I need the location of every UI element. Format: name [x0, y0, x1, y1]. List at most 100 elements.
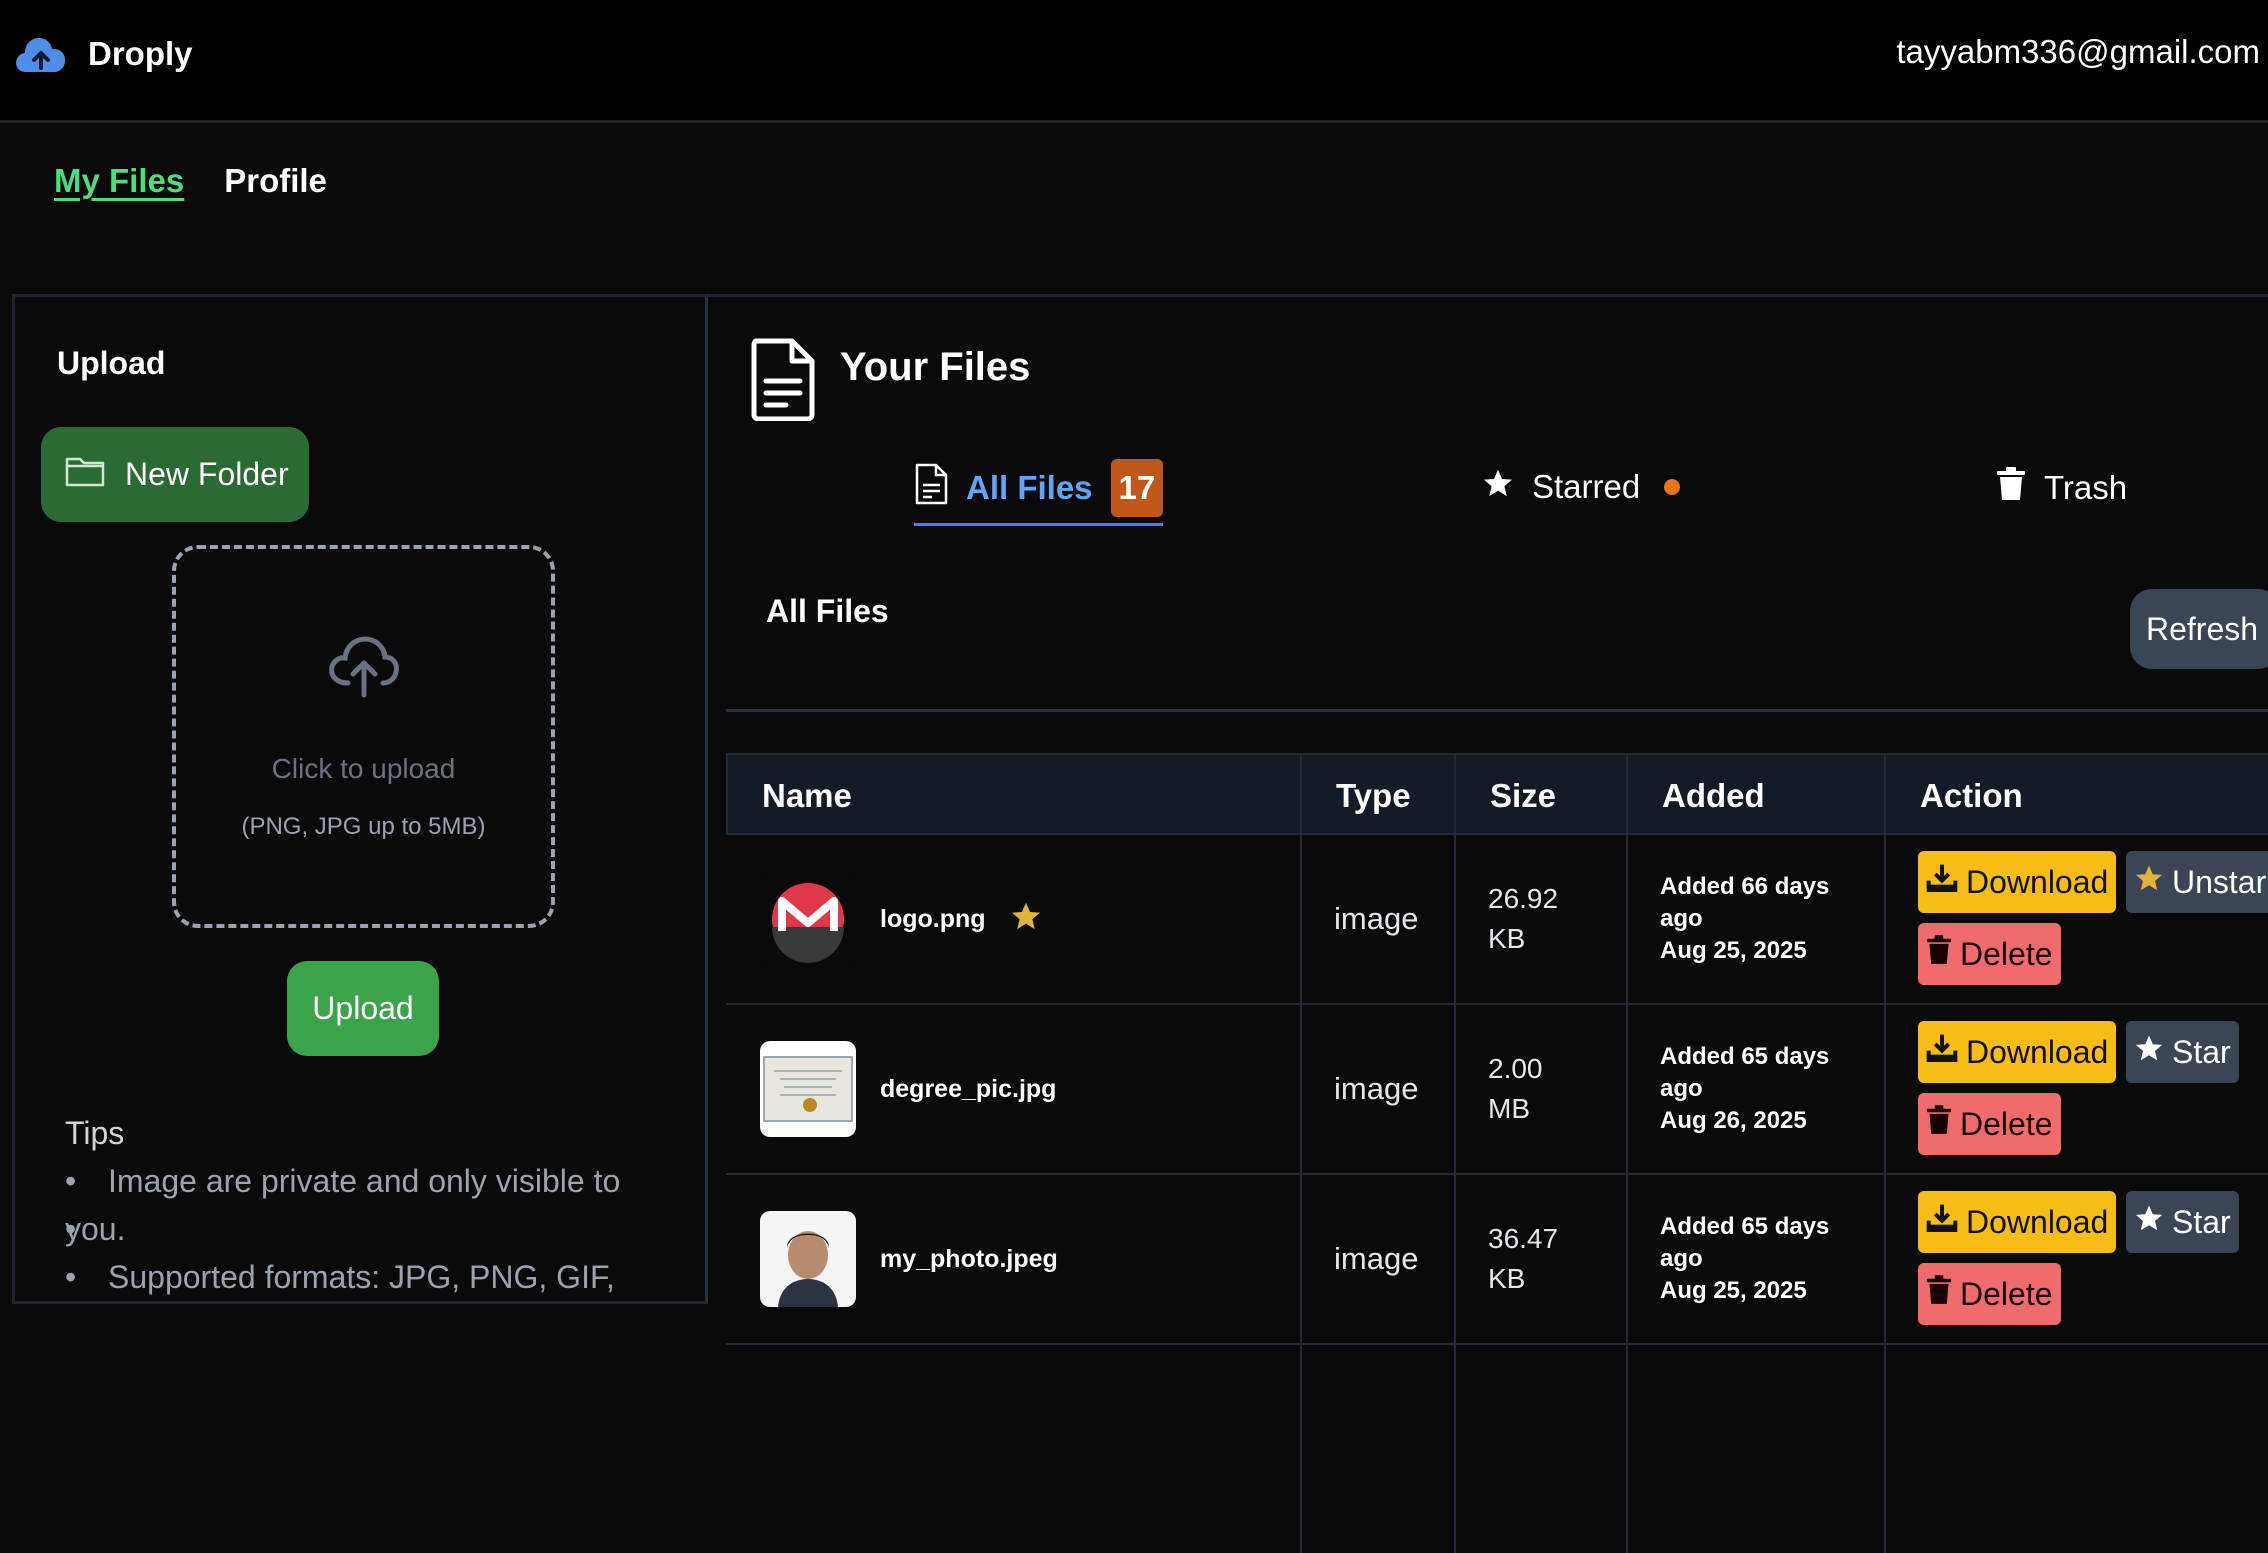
added-date: Aug 26, 2025: [1660, 1107, 1807, 1134]
table-row[interactable]: degree_pic.jpg image 2.00 MB Added 65 da…: [726, 1005, 2268, 1175]
nav-my-files[interactable]: My Files: [54, 162, 184, 200]
download-icon: [1926, 862, 1958, 902]
tab-starred[interactable]: Starred: [1482, 467, 1681, 507]
star-label: Star: [2172, 1203, 2231, 1240]
download-label: Download: [1966, 863, 2109, 900]
file-name-cell: my_photo.jpeg: [760, 1211, 1058, 1307]
tip-item-continued: you.: [65, 1205, 665, 1253]
tab-all-files-label: All Files: [966, 469, 1093, 506]
download-icon: [1926, 1202, 1958, 1242]
file-count-badge: 17: [1110, 459, 1164, 517]
section-title: All Files: [766, 593, 889, 629]
column-header-name: Name: [762, 777, 852, 814]
star-icon: [2134, 863, 2164, 901]
download-button[interactable]: Download: [1918, 851, 2117, 913]
file-type: image: [1334, 1071, 1419, 1106]
added-relative: Added 65 days: [1660, 1213, 1830, 1240]
delete-label: Delete: [1960, 1275, 2053, 1312]
column-header-added: Added: [1662, 777, 1765, 814]
unstar-button[interactable]: Unstar: [2126, 851, 2268, 913]
trash-icon: [1926, 1105, 1952, 1143]
starred-indicator-dot: [1664, 479, 1681, 495]
star-label: Unstar: [2172, 863, 2267, 900]
upload-dropzone[interactable]: Click to upload (PNG, JPG up to 5MB): [172, 545, 555, 928]
cloud-upload-logo-icon: [14, 28, 68, 79]
added-date: Aug 25, 2025: [1660, 1277, 1807, 1304]
trash-icon: [1996, 467, 2026, 509]
tab-starred-label: Starred: [1532, 468, 1641, 505]
file-size-value: 26.92: [1488, 883, 1559, 914]
folder-icon: [65, 455, 105, 495]
added-relative-suffix: ago: [1660, 905, 1703, 932]
file-thumbnail[interactable]: [760, 1211, 856, 1307]
new-folder-button[interactable]: New Folder: [41, 427, 309, 522]
starred-star-icon: [1010, 900, 1042, 939]
star-icon: [2134, 1203, 2164, 1241]
added-relative-suffix: ago: [1660, 1075, 1703, 1102]
download-button[interactable]: Download: [1918, 1191, 2117, 1253]
table-header: Name Type Size Added Action: [726, 753, 2268, 835]
column-header-action: Action: [1920, 777, 2023, 814]
star-button[interactable]: Star: [2126, 1021, 2239, 1083]
tab-all-files[interactable]: All Files 17: [914, 459, 1164, 526]
delete-button[interactable]: Delete: [1918, 1263, 2061, 1325]
file-thumbnail[interactable]: [760, 871, 856, 967]
star-button[interactable]: Star: [2126, 1191, 2239, 1253]
column-header-type: Type: [1336, 777, 1411, 814]
download-button[interactable]: Download: [1918, 1021, 2117, 1083]
tips-title: Tips: [65, 1115, 125, 1151]
tip-item: Image are private and only visible to: [65, 1157, 665, 1205]
dropzone-text: Click to upload: [271, 753, 456, 784]
file-size-value: 36.47: [1488, 1223, 1559, 1254]
tips: Tips Image are private and only visible …: [65, 1109, 665, 1301]
user-email[interactable]: tayyabm336@gmail.com: [1896, 33, 2260, 71]
delete-button[interactable]: Delete: [1918, 1093, 2061, 1155]
file-name[interactable]: my_photo.jpeg: [880, 1245, 1058, 1274]
file-size-unit: KB: [1488, 1263, 1526, 1294]
added-relative: Added 66 days: [1660, 873, 1830, 900]
column-header-size: Size: [1490, 777, 1557, 814]
file-thumbnail[interactable]: [760, 1041, 856, 1137]
brand[interactable]: Droply: [14, 28, 193, 79]
table-row[interactable]: my_photo.jpeg image 36.47 KB Added 65 da…: [726, 1175, 2268, 1345]
file-name-cell: logo.png: [760, 871, 1042, 967]
top-bar: Droply tayyabm336@gmail.com: [0, 0, 2268, 123]
files-title: Your Files: [840, 345, 1031, 389]
tab-trash[interactable]: Trash: [1996, 467, 2127, 509]
cloud-upload-icon: [326, 629, 402, 704]
upload-button[interactable]: Upload: [287, 961, 439, 1056]
file-size: 26.92 KB: [1488, 879, 1558, 959]
app-name: Droply: [88, 34, 193, 72]
added-relative: Added 65 days: [1660, 1043, 1830, 1070]
file-tabs: All Files 17 Starred Trash: [708, 447, 2268, 527]
added-date: Aug 25, 2025: [1660, 937, 1807, 964]
delete-button[interactable]: Delete: [1918, 923, 2061, 985]
file-name[interactable]: degree_pic.jpg: [880, 1075, 1056, 1104]
file-size-unit: KB: [1488, 923, 1526, 954]
file-added: Added 65 days ago Aug 25, 2025: [1660, 1211, 1829, 1307]
file-size: 2.00 MB: [1488, 1049, 1543, 1129]
refresh-button[interactable]: Refresh: [2130, 589, 2268, 669]
file-added: Added 66 days ago Aug 25, 2025: [1660, 871, 1829, 967]
files-panel: Your Files All Files 17 Starred Trash Al…: [708, 294, 2268, 1553]
file-type: image: [1334, 1241, 1419, 1276]
files-header: Your Files: [750, 337, 1030, 426]
delete-label: Delete: [1960, 935, 2053, 972]
file-name-cell: degree_pic.jpg: [760, 1041, 1056, 1137]
trash-icon: [1926, 935, 1952, 973]
table-row[interactable]: logo.png image 26.92 KB Added 66 days ag…: [726, 835, 2268, 1005]
upload-title: Upload: [57, 345, 166, 381]
star-icon: [1482, 467, 1514, 507]
file-name[interactable]: logo.png: [880, 905, 986, 934]
file-size: 36.47 KB: [1488, 1219, 1558, 1299]
nav-profile[interactable]: Profile: [224, 162, 327, 200]
delete-label: Delete: [1960, 1105, 2053, 1142]
tip-item: Supported formats: JPG, PNG, GIF,: [65, 1253, 665, 1301]
document-icon: [914, 463, 948, 513]
main-nav: My Files Profile: [54, 162, 327, 200]
star-icon: [2134, 1033, 2164, 1071]
upload-panel: Upload New Folder Click to upload (PNG, …: [12, 294, 708, 1304]
download-label: Download: [1966, 1203, 2109, 1240]
file-added: Added 65 days ago Aug 26, 2025: [1660, 1041, 1829, 1137]
download-icon: [1926, 1032, 1958, 1072]
